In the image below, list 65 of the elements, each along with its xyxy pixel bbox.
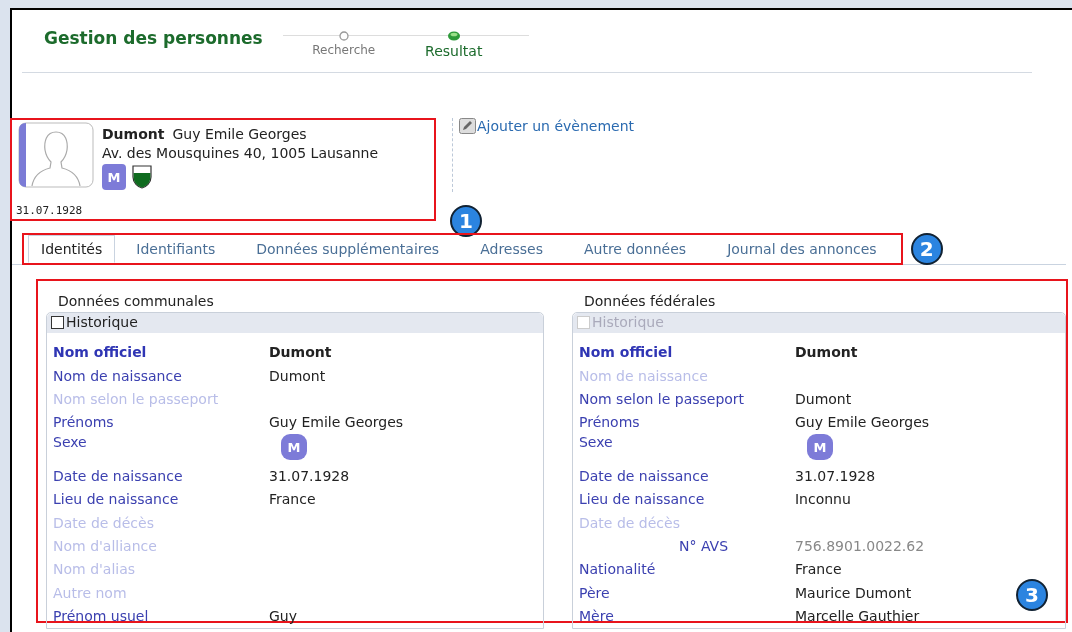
- field-value: Dumont: [269, 367, 326, 384]
- section-title: Données communales: [58, 293, 215, 309]
- callout-number: 3: [1016, 579, 1048, 611]
- field-label: Prénoms: [579, 414, 641, 431]
- field-label: Nom de naissance: [579, 367, 709, 384]
- last-name: Dumont: [102, 126, 165, 142]
- field-value: Dumont: [795, 344, 858, 361]
- field-label: Date de naissance: [579, 467, 710, 484]
- field-label: Autre nom: [53, 584, 128, 601]
- field-value: Maurice Dumont: [795, 584, 912, 601]
- field-label: Lieu de naissance: [53, 491, 180, 508]
- field-label: Nom officiel: [53, 344, 148, 361]
- sex-badge: M: [281, 434, 307, 461]
- page-title: Gestion des personnes: [44, 28, 263, 48]
- field-value: France: [269, 491, 316, 508]
- tab[interactable]: Journal des annonces: [706, 235, 897, 263]
- sex-badge: M: [807, 434, 833, 461]
- step-label[interactable]: Recherche: [312, 43, 376, 57]
- avatar-icon: [18, 122, 94, 188]
- step-label[interactable]: Resultat: [425, 43, 483, 59]
- field-value: France: [795, 561, 842, 578]
- pencil-icon: [459, 118, 476, 134]
- tab[interactable]: Autre données: [562, 235, 707, 263]
- field-label: Date de décès: [53, 514, 155, 531]
- field-label: Date de naissance: [53, 467, 184, 484]
- coat-of-arms-icon: [132, 165, 152, 189]
- tab[interactable]: Adresses: [459, 235, 563, 263]
- field-label: Père: [579, 584, 611, 601]
- field-label: Nom d'alliance: [53, 537, 158, 554]
- field-label: Sexe: [53, 434, 88, 451]
- field-value: Guy Emile Georges: [795, 414, 930, 431]
- birth-date: 31.07.1928: [16, 204, 84, 217]
- field-label: Nom de naissance: [53, 367, 183, 384]
- history-checkbox[interactable]: Historique: [51, 314, 138, 330]
- section-title: Données fédérales: [584, 293, 717, 309]
- field-label: Nom selon le passeport: [579, 390, 746, 407]
- add-event-link[interactable]: Ajouter un évènement: [459, 118, 635, 134]
- field-label: Date de décès: [579, 514, 681, 531]
- field-label: Nationalité: [579, 561, 657, 578]
- field-value: 31.07.1928: [269, 467, 350, 484]
- field-label: Prénoms: [53, 414, 115, 431]
- tab[interactable]: Identifiants: [115, 235, 236, 263]
- address: Av. des Mousquines 40, 1005 Lausanne: [102, 145, 379, 161]
- field-value: Guy Emile Georges: [269, 414, 404, 431]
- field-label: Nom officiel: [579, 344, 674, 361]
- callout-number: 1: [450, 205, 482, 237]
- callout-number: 2: [910, 233, 943, 265]
- field-value: Guy: [269, 608, 297, 625]
- sex-badge: M: [102, 164, 126, 190]
- tab[interactable]: Identités: [28, 235, 116, 263]
- field-label: Mère: [579, 608, 615, 625]
- tab[interactable]: Données supplémentaires: [235, 235, 460, 263]
- field-value: 756.8901.0022.62: [795, 537, 925, 554]
- first-names: Guy Emile Georges: [172, 126, 307, 142]
- field-value: Dumont: [795, 390, 852, 407]
- field-label: Lieu de naissance: [579, 491, 706, 508]
- field-label: Nom selon le passeport: [53, 390, 220, 407]
- field-value: 31.07.1928: [795, 467, 876, 484]
- field-value: Marcelle Gauthier: [795, 608, 920, 625]
- field-label: Sexe: [579, 434, 614, 451]
- field-label: Nom d'alias: [53, 561, 137, 578]
- field-value: Inconnu: [795, 491, 851, 508]
- field-label: N° AVS: [678, 537, 730, 554]
- field-value: Dumont: [269, 344, 332, 361]
- field-label: Prénom usuel: [53, 608, 150, 625]
